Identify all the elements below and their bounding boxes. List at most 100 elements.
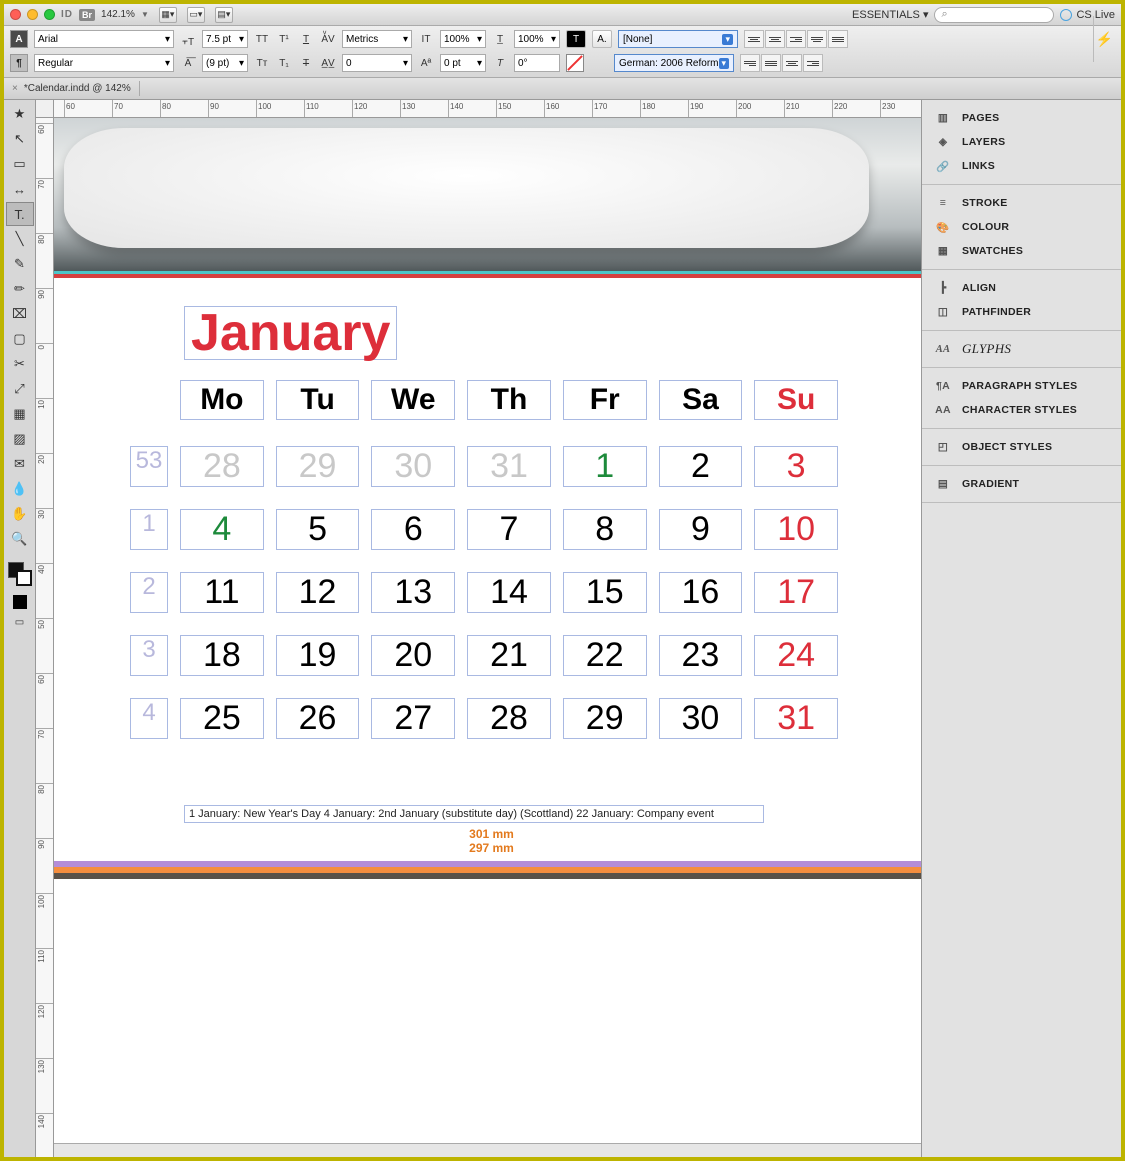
note-tool[interactable]: ✉ [6,452,34,476]
day-cell[interactable]: 16 [659,572,743,613]
zoom-dropdown-icon[interactable]: ▼ [141,10,149,19]
calendar-photo-frame[interactable] [54,118,921,278]
panel-paragraph-styles[interactable]: ¶APARAGRAPH STYLES [922,374,1121,398]
page-tool[interactable]: ▭ [6,152,34,176]
vscale-field[interactable]: 100%▾ [440,30,486,48]
gradient-feather-tool[interactable]: ▨ [6,427,34,451]
align-center-button[interactable] [765,30,785,48]
day-cell[interactable]: 28 [180,446,264,487]
day-cell[interactable]: 29 [276,446,360,487]
close-window-button[interactable] [10,9,21,20]
fill-stroke-proxy[interactable] [6,560,34,588]
document-canvas[interactable]: January MoTuWeThFrSaSu 53282930311231456… [54,118,921,1157]
justify-all-button[interactable] [761,54,781,72]
panel-object-styles[interactable]: ◰OBJECT STYLES [922,435,1121,459]
day-cell[interactable]: 13 [371,572,455,613]
search-input[interactable] [934,7,1054,23]
rectangle-frame-tool[interactable]: ⌧ [6,302,34,326]
day-cell[interactable]: 17 [754,572,838,613]
day-cell[interactable]: 23 [659,635,743,676]
day-cell[interactable]: 4 [180,509,264,550]
day-cell[interactable]: 1 [563,446,647,487]
bridge-button[interactable]: Br [79,9,95,21]
day-cell[interactable]: 5 [276,509,360,550]
fill-text-icon[interactable]: T [566,30,586,48]
day-cell[interactable]: 25 [180,698,264,739]
day-cell[interactable]: 12 [276,572,360,613]
selection-tool[interactable]: ★ [6,102,34,126]
gap-tool[interactable]: ↔ [6,177,34,201]
panel-links[interactable]: 🔗LINKS [922,154,1121,178]
day-cell[interactable]: 31 [754,698,838,739]
justify-center-button[interactable] [828,30,848,48]
day-cell[interactable]: 26 [276,698,360,739]
font-style-combo[interactable]: Regular▾ [34,54,174,72]
vertical-ruler[interactable]: 6070809001020304050607080901001101201301… [36,118,54,1157]
day-cell[interactable]: 30 [371,446,455,487]
workspace-switcher[interactable]: ESSENTIALS ▾ [852,8,928,21]
hand-tool[interactable]: ✋ [6,502,34,526]
eyedropper-tool[interactable]: 💧 [6,477,34,501]
stroke-text-swatch[interactable] [566,54,584,72]
gradient-swatch-tool[interactable]: ▦ [6,402,34,426]
day-cell[interactable]: 30 [659,698,743,739]
justify-left-button[interactable] [807,30,827,48]
panel-pathfinder[interactable]: ◫PATHFINDER [922,300,1121,324]
panel-stroke[interactable]: ≡STROKE [922,191,1121,215]
horizontal-ruler[interactable]: 6070809010011012013014015016017018019020… [54,100,921,118]
day-cell[interactable]: 21 [467,635,551,676]
day-cell[interactable]: 22 [563,635,647,676]
day-cell[interactable]: 27 [371,698,455,739]
character-mode-toggle[interactable]: A [10,30,28,48]
subs-icon[interactable]: T₁ [276,55,292,71]
language-combo[interactable]: German: 2006 Reform▾ [614,54,734,72]
day-cell[interactable]: 9 [659,509,743,550]
panel-character-styles[interactable]: aACHARACTER STYLES [922,398,1121,422]
close-tab-icon[interactable]: × [12,83,18,94]
day-cell[interactable]: 8 [563,509,647,550]
screen-mode-button[interactable]: ▭▾ [187,7,205,23]
justify-right-button[interactable] [740,54,760,72]
panel-glyphs[interactable]: AaGLYPHS [922,337,1121,361]
day-cell[interactable]: 7 [467,509,551,550]
smallcaps-icon[interactable]: Tᴛ [254,55,270,71]
day-cell[interactable]: 18 [180,635,264,676]
stroke-swatch[interactable] [16,570,32,586]
day-cell[interactable]: 28 [467,698,551,739]
month-title[interactable]: January [184,306,397,360]
day-cell[interactable]: 20 [371,635,455,676]
paragraph-mode-toggle[interactable]: ¶ [10,54,28,72]
panel-layers[interactable]: ◈LAYERS [922,130,1121,154]
view-options-button[interactable]: ▦▾ [159,7,177,23]
events-text-frame[interactable]: 1 January: New Year's Day 4 January: 2nd… [184,805,764,823]
panel-swatches[interactable]: ▦SWATCHES [922,239,1121,263]
view-mode-button[interactable]: ▭ [6,610,34,634]
kerning-field[interactable]: Metrics▾ [342,30,412,48]
leading-field[interactable]: (9 pt)▾ [202,54,248,72]
day-cell[interactable]: 19 [276,635,360,676]
strike-icon[interactable]: T [298,55,314,71]
rectangle-tool[interactable]: ▢ [6,327,34,351]
day-cell[interactable]: 24 [754,635,838,676]
hscale-field[interactable]: 100%▾ [514,30,560,48]
panel-gradient[interactable]: ▤GRADIENT [922,472,1121,496]
align-right-button[interactable] [786,30,806,48]
pen-tool[interactable]: ✎ [6,252,34,276]
char-style-combo[interactable]: [None]▾ [618,30,738,48]
zoom-level[interactable]: 142.1% [101,9,135,20]
apply-color-button[interactable] [13,595,27,609]
type-tool[interactable]: T. [6,202,34,226]
minimize-window-button[interactable] [27,9,38,20]
page[interactable]: January MoTuWeThFrSaSu 53282930311231456… [54,118,921,1148]
day-cell[interactable]: 11 [180,572,264,613]
align-away-spine-button[interactable] [803,54,823,72]
document-tab[interactable]: × *Calendar.indd @ 142% [4,81,140,96]
font-family-combo[interactable]: Arial▾ [34,30,174,48]
zoom-tool[interactable]: 🔍 [6,527,34,551]
line-tool[interactable]: ╲ [6,227,34,251]
baseline-field[interactable]: 0 pt▾ [440,54,486,72]
panel-pages[interactable]: ▥PAGES [922,106,1121,130]
free-transform-tool[interactable]: ⤢ [6,377,34,401]
day-cell[interactable]: 10 [754,509,838,550]
skew-field[interactable]: 0° [514,54,560,72]
